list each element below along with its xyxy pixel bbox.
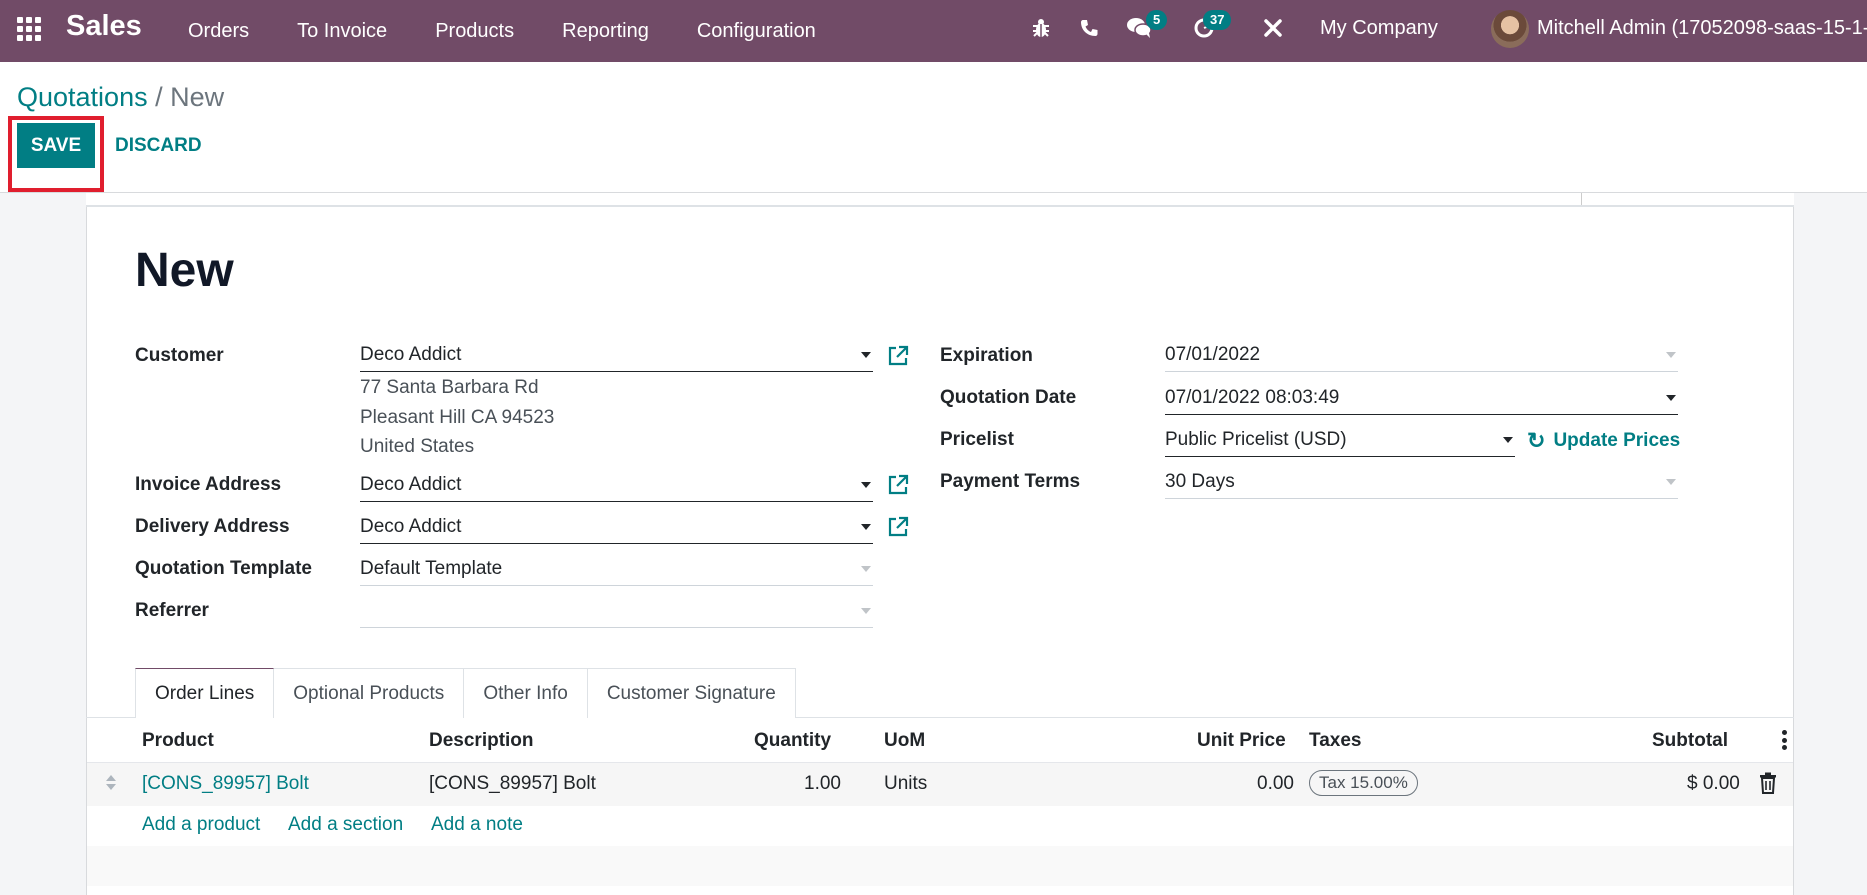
table-row[interactable]: [CONS_89957] Bolt [CONS_89957] Bolt 1.00… — [87, 763, 1793, 806]
phone-icon[interactable] — [1075, 14, 1103, 42]
top-navbar: Sales Orders To Invoice Products Reporti… — [0, 0, 1867, 62]
customer-value: Deco Addict — [360, 344, 462, 365]
delivery-address-external-link-icon[interactable] — [887, 516, 909, 538]
quotation-date-dropdown-icon[interactable] — [1666, 395, 1676, 401]
row-quantity[interactable]: 1.00 — [804, 773, 841, 795]
menu-configuration[interactable]: Configuration — [697, 20, 816, 43]
row-product[interactable]: [CONS_89957] Bolt — [142, 773, 309, 795]
refresh-icon: ↻ — [1527, 428, 1546, 453]
referrer-label: Referrer — [135, 600, 209, 621]
column-quantity[interactable]: Quantity — [754, 730, 831, 752]
column-taxes[interactable]: Taxes — [1309, 730, 1361, 752]
column-description[interactable]: Description — [429, 730, 534, 752]
optional-columns-icon[interactable] — [1782, 730, 1788, 750]
record-title: New — [135, 244, 234, 297]
expiration-dropdown-icon[interactable] — [1666, 352, 1676, 358]
discard-button[interactable]: DISCARD — [115, 123, 202, 168]
payment-terms-field[interactable]: 30 Days — [1165, 467, 1678, 499]
pricelist-value: Public Pricelist (USD) — [1165, 429, 1347, 450]
company-switcher[interactable]: My Company — [1320, 17, 1438, 40]
column-unit-price[interactable]: Unit Price — [1197, 730, 1286, 752]
pricelist-label: Pricelist — [940, 429, 1014, 450]
quotation-date-value: 07/01/2022 08:03:49 — [1165, 387, 1340, 408]
quotation-template-label: Quotation Template — [135, 558, 312, 579]
payment-terms-label: Payment Terms — [940, 471, 1081, 492]
order-lines-header: Product Description Quantity UoM Unit Pr… — [87, 718, 1793, 763]
invoice-address-label: Invoice Address — [135, 474, 282, 495]
customer-label: Customer — [135, 345, 224, 366]
customer-address-city: Pleasant Hill CA 94523 — [360, 407, 555, 428]
quotation-template-field[interactable]: Default Template — [360, 554, 873, 586]
invoice-address-value: Deco Addict — [360, 474, 462, 495]
column-subtotal[interactable]: Subtotal — [1652, 730, 1728, 752]
row-unit-price[interactable]: 0.00 — [1257, 773, 1294, 795]
column-product[interactable]: Product — [142, 730, 214, 752]
column-uom[interactable]: UoM — [884, 730, 925, 752]
delivery-address-value: Deco Addict — [360, 516, 462, 537]
update-prices-label: Update Prices — [1553, 430, 1681, 451]
pricelist-field[interactable]: Public Pricelist (USD) — [1165, 425, 1515, 457]
expiration-field[interactable]: 07/01/2022 — [1165, 340, 1678, 372]
menu-orders[interactable]: Orders — [188, 20, 249, 43]
expiration-value: 07/01/2022 — [1165, 344, 1261, 365]
row-tax-badge[interactable]: Tax 15.00% — [1309, 770, 1418, 796]
menu-reporting[interactable]: Reporting — [562, 20, 649, 43]
row-description[interactable]: [CONS_89957] Bolt — [429, 773, 596, 795]
main-menu: Orders To Invoice Products Reporting Con… — [188, 0, 864, 62]
delivery-address-label: Delivery Address — [135, 516, 290, 537]
quotation-template-dropdown-icon[interactable] — [861, 566, 871, 572]
add-product-link[interactable]: Add a product — [142, 814, 260, 836]
tab-customer-signature[interactable]: Customer Signature — [587, 668, 796, 718]
quotation-date-field[interactable]: 07/01/2022 08:03:49 — [1165, 383, 1678, 415]
tab-optional-products[interactable]: Optional Products — [274, 668, 465, 718]
invoice-address-external-link-icon[interactable] — [887, 474, 909, 496]
save-button[interactable]: SAVE — [17, 123, 95, 168]
customer-dropdown-icon[interactable] — [861, 352, 871, 358]
invoice-address-dropdown-icon[interactable] — [861, 482, 871, 488]
expiration-label: Expiration — [940, 345, 1033, 366]
trash-icon[interactable] — [1759, 772, 1777, 794]
user-avatar[interactable] — [1491, 10, 1529, 48]
tab-order-lines[interactable]: Order Lines — [135, 668, 275, 719]
add-section-link[interactable]: Add a section — [288, 814, 403, 836]
menu-to-invoice[interactable]: To Invoice — [297, 20, 387, 43]
customer-address-street: 77 Santa Barbara Rd — [360, 377, 539, 398]
invoice-address-field[interactable]: Deco Addict — [360, 470, 873, 502]
customer-field[interactable]: Deco Addict — [360, 340, 873, 372]
customer-external-link-icon[interactable] — [887, 345, 909, 367]
quotation-template-value: Default Template — [360, 558, 503, 579]
customer-address-country: United States — [360, 436, 475, 457]
row-subtotal: $ 0.00 — [1687, 773, 1740, 794]
control-panel: Quotations / New SAVE DISCARD — [0, 62, 1867, 193]
delivery-address-dropdown-icon[interactable] — [861, 524, 871, 530]
delivery-address-field[interactable]: Deco Addict — [360, 512, 873, 544]
app-brand[interactable]: Sales — [66, 10, 142, 43]
breadcrumb: Quotations / New — [17, 82, 224, 113]
notebook-tabs: Order Lines Optional Products Other Info… — [135, 668, 796, 719]
form-statusbar — [86, 193, 1794, 207]
quotation-date-label: Quotation Date — [940, 387, 1077, 408]
activities-badge: 37 — [1203, 10, 1232, 30]
breadcrumb-separator: / — [155, 82, 163, 112]
messages-badge: 5 — [1146, 10, 1168, 30]
user-menu[interactable]: Mitchell Admin (17052098-saas-15-1-a — [1537, 17, 1867, 40]
pricelist-dropdown-icon[interactable] — [1503, 437, 1513, 443]
payment-terms-dropdown-icon[interactable] — [1666, 479, 1676, 485]
referrer-field[interactable] — [360, 596, 873, 628]
payment-terms-value: 30 Days — [1165, 471, 1235, 492]
bug-icon[interactable] — [1027, 14, 1055, 42]
breadcrumb-quotations[interactable]: Quotations — [17, 82, 148, 112]
tab-other-info[interactable]: Other Info — [464, 668, 588, 718]
tools-icon[interactable] — [1259, 14, 1287, 42]
apps-menu-icon[interactable] — [17, 17, 43, 41]
drag-handle-icon[interactable] — [105, 773, 117, 793]
empty-row — [87, 846, 1793, 886]
referrer-dropdown-icon[interactable] — [861, 608, 871, 614]
row-uom[interactable]: Units — [884, 773, 927, 795]
menu-products[interactable]: Products — [435, 20, 514, 43]
breadcrumb-current: New — [170, 82, 225, 112]
update-prices-button[interactable]: ↻ Update Prices — [1527, 428, 1680, 454]
add-note-link[interactable]: Add a note — [431, 814, 523, 836]
add-line-row: Add a product Add a section Add a note — [87, 806, 1793, 846]
